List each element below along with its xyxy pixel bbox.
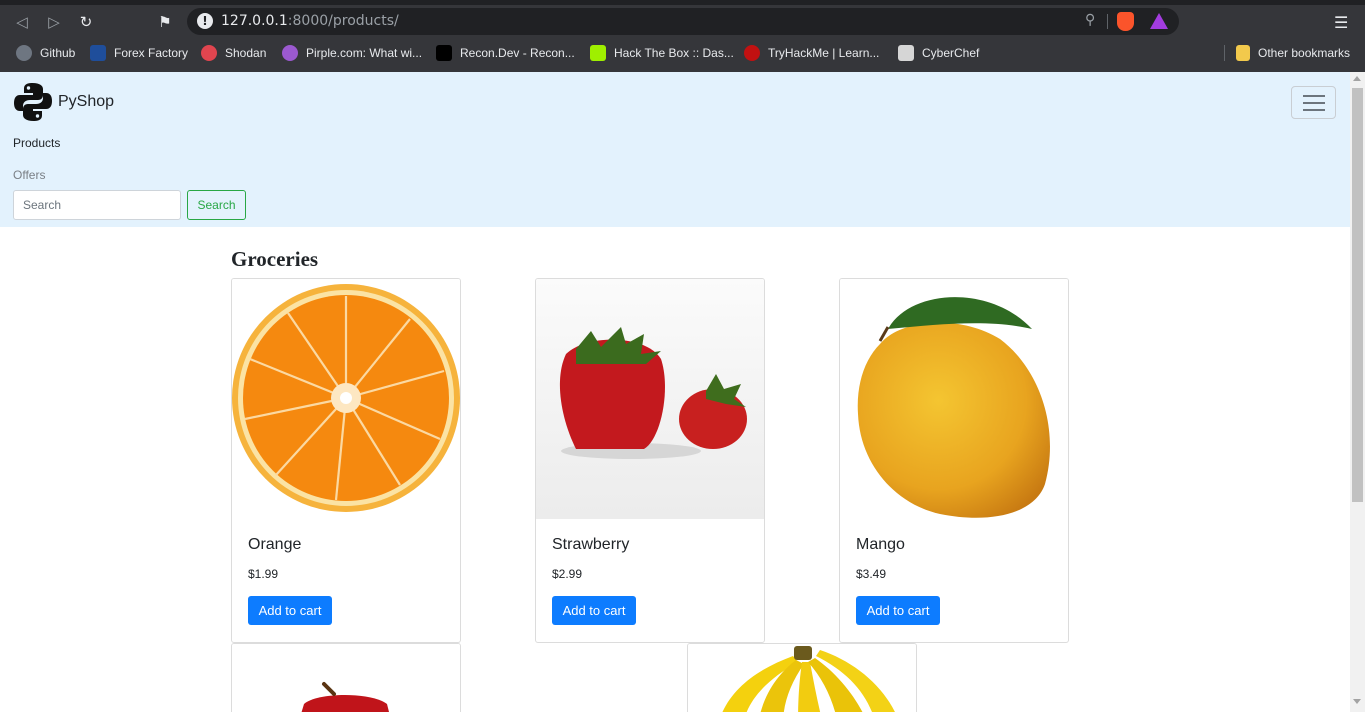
add-to-cart-button[interactable]: Add to cart	[552, 596, 636, 625]
product-price: $3.49	[856, 567, 887, 581]
bookmark-hackthebox[interactable]: Hack The Box :: Das...	[590, 45, 734, 61]
bookmark-label: Forex Factory	[114, 46, 189, 60]
search-button[interactable]: Search	[187, 190, 246, 220]
bookmark-forex-factory[interactable]: Forex Factory	[90, 45, 188, 61]
github-icon	[16, 45, 32, 61]
browser-toolbar: ◁ ▷ ↻ ⚑ ! 127.0.0.1:8000/products/ ⚲ ☰	[0, 5, 1365, 38]
product-body: Mango $3.49 Add to cart	[840, 519, 1068, 642]
forward-icon[interactable]: ▷	[43, 11, 65, 33]
cyberchef-icon	[898, 45, 914, 61]
other-bookmarks-label: Other bookmarks	[1258, 46, 1351, 60]
bookmark-label: CyberChef	[922, 46, 980, 60]
omnibox-divider	[1107, 14, 1108, 29]
banana-image	[688, 644, 916, 712]
python-logo-icon	[14, 83, 52, 121]
bookmark-tryhackme[interactable]: TryHackMe | Learn...	[744, 45, 879, 61]
brave-shields-icon[interactable]	[1117, 12, 1134, 31]
nav-link-products[interactable]: Products	[13, 136, 60, 150]
browser-menu-icon[interactable]: ☰	[1334, 13, 1348, 32]
navbar: PyShop Products Offers Search	[0, 72, 1350, 227]
url-path: :8000/products/	[287, 13, 399, 29]
scroll-down-arrow-icon[interactable]	[1353, 699, 1361, 704]
zoom-icon[interactable]: ⚲	[1085, 12, 1095, 28]
hamburger-bar	[1302, 94, 1325, 97]
product-price: $1.99	[248, 567, 279, 581]
product-image-mango	[840, 279, 1068, 519]
site-info-icon[interactable]: !	[197, 13, 213, 29]
brand-link[interactable]: PyShop	[13, 82, 114, 122]
nav-link-offers[interactable]: Offers	[13, 168, 45, 182]
folder-icon	[1236, 45, 1250, 61]
page-scrollbar[interactable]	[1350, 72, 1365, 712]
bookmark-label: Github	[40, 46, 76, 60]
scrollbar-thumb[interactable]	[1352, 88, 1363, 502]
product-price: $2.99	[552, 567, 583, 581]
product-card-mango: Mango $3.49 Add to cart	[839, 278, 1069, 643]
product-name: Orange	[248, 536, 302, 553]
hamburger-bar	[1302, 108, 1325, 111]
brave-rewards-icon[interactable]	[1150, 13, 1168, 29]
apple-image	[232, 644, 460, 712]
bookmark-label: Shodan	[225, 46, 267, 60]
product-image-strawberry	[536, 279, 764, 519]
shodan-icon	[201, 45, 217, 61]
bookmark-cyberchef[interactable]: CyberChef	[898, 45, 979, 61]
hackthebox-icon	[590, 45, 606, 61]
bookmark-label: TryHackMe | Learn...	[768, 46, 880, 60]
bookmark-label: Pirple.com: What wi...	[306, 46, 423, 60]
product-name: Strawberry	[552, 536, 630, 553]
bookmark-page-icon[interactable]: ⚑	[154, 11, 176, 33]
browser-chrome: ◁ ▷ ↻ ⚑ ! 127.0.0.1:8000/products/ ⚲ ☰ G…	[0, 0, 1365, 72]
product-body: Strawberry $2.99 Add to cart	[536, 519, 764, 642]
bookmark-github[interactable]: Github	[16, 45, 75, 61]
bookmarks-bar: Github Forex Factory Shodan Pirple.com: …	[0, 38, 1365, 68]
bookmarks-divider	[1224, 45, 1225, 61]
product-image-orange	[232, 279, 460, 519]
strawberry-image	[536, 279, 764, 519]
pirple-icon	[282, 45, 298, 61]
product-card-orange: Orange $1.99 Add to cart	[231, 278, 461, 643]
page-viewport: PyShop Products Offers Search Groceries	[0, 72, 1350, 712]
product-name: Mango	[856, 536, 905, 553]
forexfactory-icon	[90, 45, 106, 61]
orange-slice-image	[232, 279, 460, 519]
bookmark-pirple[interactable]: Pirple.com: What wi...	[282, 45, 422, 61]
bookmark-shodan[interactable]: Shodan	[201, 45, 266, 61]
hamburger-bar	[1302, 101, 1325, 104]
bookmark-label: Recon.Dev - Recon...	[460, 46, 575, 60]
product-card-apple	[231, 643, 461, 712]
add-to-cart-button[interactable]: Add to cart	[856, 596, 940, 625]
bookmark-label: Hack The Box :: Das...	[614, 46, 734, 60]
bookmark-recondev[interactable]: Recon.Dev - Recon...	[436, 45, 575, 61]
address-url[interactable]: 127.0.0.1:8000/products/	[221, 13, 399, 29]
mango-image	[840, 279, 1068, 519]
scroll-up-arrow-icon[interactable]	[1353, 76, 1361, 81]
url-host: 127.0.0.1	[221, 13, 288, 29]
other-bookmarks[interactable]: Other bookmarks	[1236, 45, 1350, 61]
brand-name: PyShop	[58, 93, 115, 110]
add-to-cart-button[interactable]: Add to cart	[248, 596, 332, 625]
search-input[interactable]	[13, 190, 181, 220]
recondev-icon	[436, 45, 452, 61]
product-body: Orange $1.99 Add to cart	[232, 519, 460, 642]
back-icon[interactable]: ◁	[11, 11, 33, 33]
product-card-banana	[687, 643, 917, 712]
tryhackme-icon	[744, 45, 760, 61]
reload-icon[interactable]: ↻	[75, 11, 97, 33]
navbar-toggler-button[interactable]	[1291, 86, 1336, 119]
category-title: Groceries	[231, 247, 319, 271]
product-card-strawberry: Strawberry $2.99 Add to cart	[535, 278, 765, 643]
address-bar[interactable]: ! 127.0.0.1:8000/products/ ⚲	[187, 8, 1179, 35]
